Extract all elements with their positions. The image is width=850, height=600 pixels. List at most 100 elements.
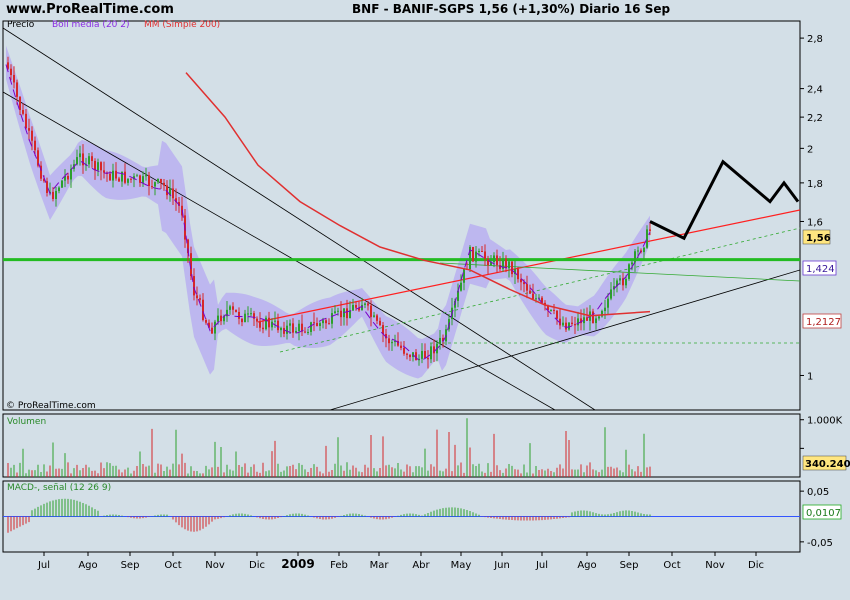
legend-sma: MM (Simple 200)	[144, 20, 220, 30]
candle-body	[205, 320, 207, 323]
candle-body	[328, 323, 330, 325]
candle-body	[163, 182, 165, 186]
price-y-label: 2,4	[807, 85, 823, 96]
candle-body	[52, 191, 54, 200]
x-tick-label: Abr	[412, 560, 430, 571]
candle-body	[631, 262, 633, 265]
candle-body	[592, 311, 594, 324]
x-tick-label: Dic	[249, 560, 265, 571]
candle-body	[58, 187, 60, 191]
candle-body	[268, 317, 270, 328]
candle-body	[406, 353, 408, 355]
candle-body	[31, 130, 33, 141]
candle-body	[232, 306, 234, 310]
x-tick-label: Mar	[370, 560, 390, 571]
candle-body	[148, 175, 150, 187]
candle-body	[130, 178, 132, 180]
candle-body	[25, 113, 27, 129]
candle-body	[271, 321, 273, 328]
candle-body	[604, 307, 606, 311]
candle-body	[625, 278, 627, 286]
candle-body	[229, 306, 231, 310]
horizontal-level-label: 1,424	[806, 264, 835, 275]
candle-body	[574, 324, 576, 326]
candle-body	[124, 171, 126, 183]
chart-canvas: 2,8 2,4 2,2 2 1,8 1,6 1 1.000K 0,05 -0,05 Jul Ago Se…	[2, 20, 850, 571]
candle-body	[556, 310, 558, 319]
macd-last-label: 0,0107	[806, 508, 841, 519]
candle-body	[247, 313, 249, 315]
candle-body	[433, 346, 435, 354]
candle-body	[34, 140, 36, 151]
candle-body	[286, 325, 288, 334]
candle-body	[22, 110, 24, 114]
price-y-label: 2,8	[807, 34, 823, 45]
candle-body	[598, 316, 600, 319]
candle-body	[484, 251, 486, 259]
candle-body	[508, 261, 510, 269]
candle-body	[67, 175, 69, 180]
x-tick-label: May	[451, 560, 472, 571]
macd-y-label: -0,05	[807, 538, 833, 549]
price-y-label: 2	[807, 144, 813, 155]
candle-body	[586, 317, 588, 321]
candle-body	[196, 295, 198, 299]
candle-body	[211, 327, 213, 334]
candle-body	[94, 160, 96, 171]
candle-body	[238, 311, 240, 319]
candle-body	[304, 331, 306, 333]
candle-body	[370, 305, 372, 317]
candle-body	[250, 313, 252, 315]
candle-body	[259, 321, 261, 328]
candle-body	[553, 309, 555, 311]
candle-body	[517, 269, 519, 280]
candle-body	[529, 290, 531, 294]
x-tick-label: Jul	[37, 560, 50, 571]
candle-body	[157, 178, 159, 183]
candle-body	[280, 327, 282, 331]
x-tick-label: Jun	[493, 560, 510, 571]
candle-body	[127, 178, 129, 183]
candle-body	[526, 284, 528, 291]
candle-body	[373, 315, 375, 317]
candle-body	[295, 330, 297, 333]
candle-body	[340, 310, 342, 318]
candle-body	[262, 327, 264, 330]
candle-body	[88, 156, 90, 165]
candle-body	[439, 337, 441, 344]
candle-body	[643, 247, 645, 253]
candle-body	[460, 282, 462, 291]
candle-body	[346, 308, 348, 319]
candle-body	[646, 229, 648, 248]
candle-body	[274, 320, 276, 322]
candle-body	[112, 170, 114, 181]
candle-body	[202, 299, 204, 321]
candle-body	[139, 175, 141, 183]
candle-body	[55, 190, 57, 200]
candle-body	[97, 162, 99, 171]
candle-body	[361, 304, 363, 311]
candle-body	[76, 157, 78, 165]
candle-body	[154, 182, 156, 187]
volume-y-label: 1.000K	[807, 416, 843, 427]
candle-body	[325, 320, 327, 324]
candle-body	[637, 250, 639, 252]
volume-title: Volumen	[7, 417, 46, 427]
macd-title: MACD-, señal (12 26 9)	[7, 483, 111, 493]
candle-body	[289, 323, 291, 326]
candle-body	[151, 186, 153, 188]
candle-body	[142, 176, 144, 183]
legend-precio: Precio	[7, 20, 35, 30]
candle-body	[610, 289, 612, 299]
candle-body	[505, 258, 507, 269]
candle-body	[649, 229, 651, 231]
candle-body	[535, 298, 537, 300]
candle-body	[571, 322, 573, 325]
last-price-label: 1,56	[806, 233, 831, 244]
candle-body	[244, 313, 246, 323]
candle-body	[310, 322, 312, 332]
candle-body	[172, 188, 174, 199]
candle-body	[409, 354, 411, 358]
candle-body	[463, 268, 465, 283]
sma-label: 1,2127	[806, 317, 841, 328]
